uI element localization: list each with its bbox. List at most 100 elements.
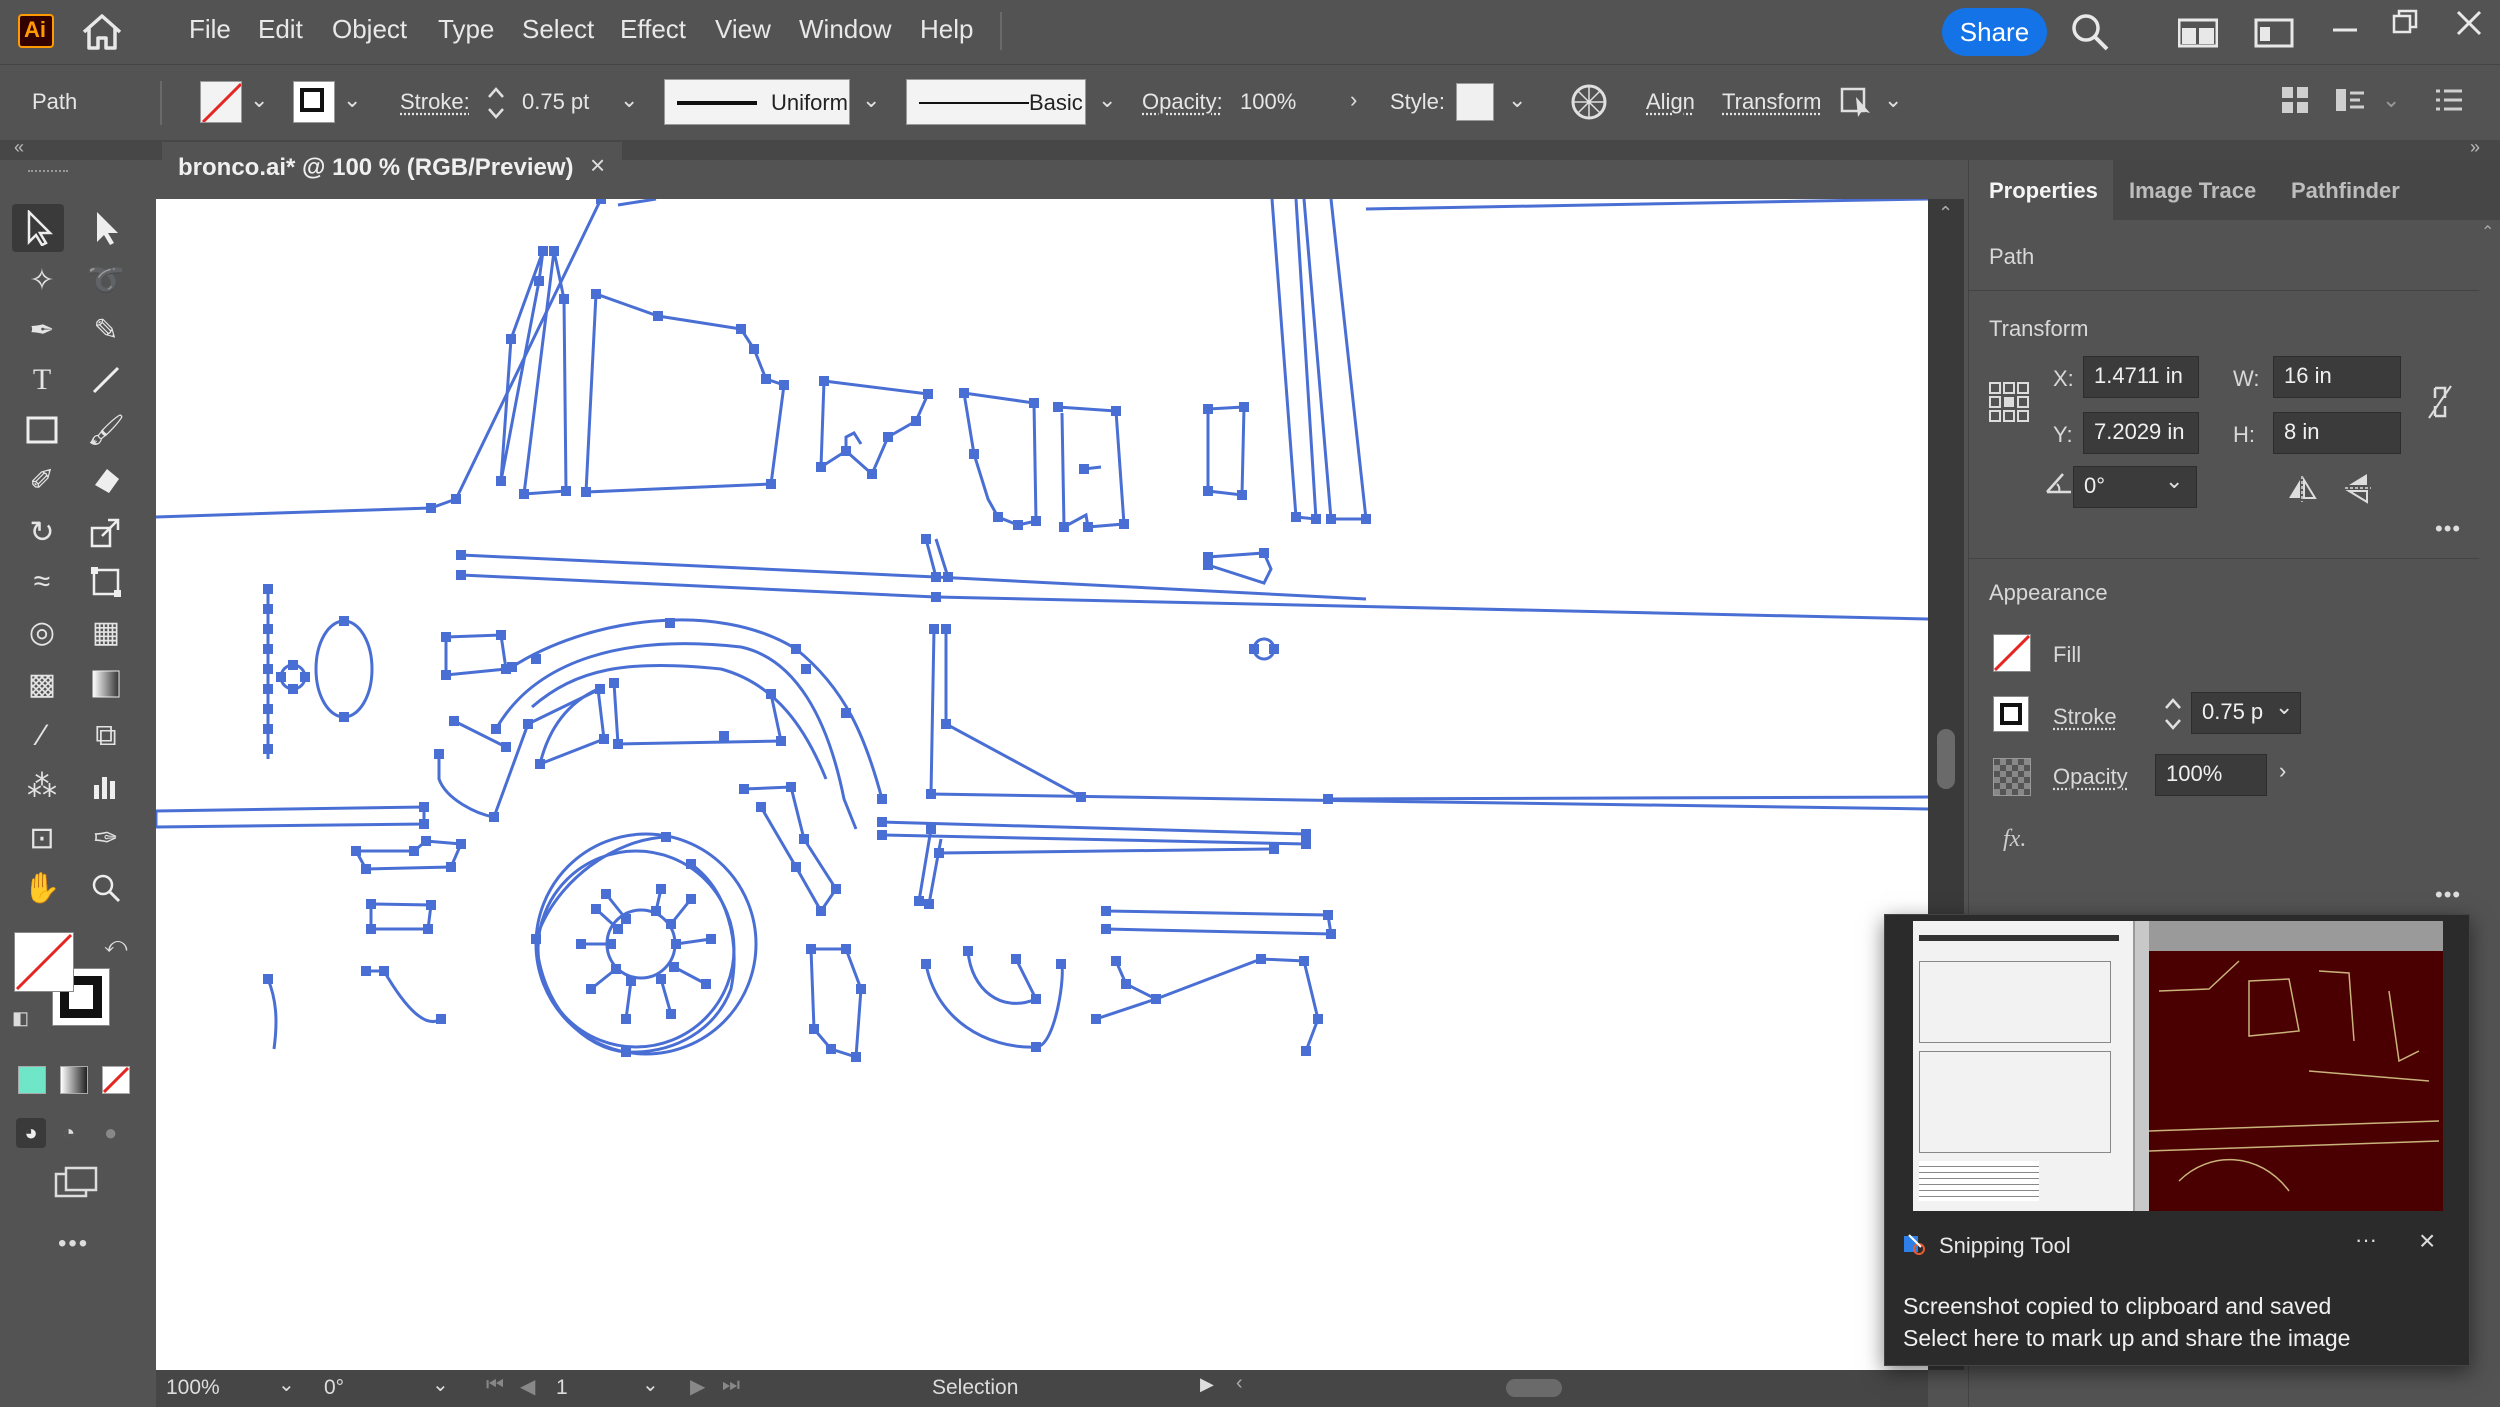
mesh-tool-icon[interactable]: ▩ xyxy=(22,664,62,704)
type-tool-icon[interactable]: T xyxy=(22,360,62,400)
previous-artboard-icon[interactable]: ◀ xyxy=(520,1374,535,1399)
tab-properties[interactable]: Properties xyxy=(1989,178,2098,204)
anchor-point[interactable] xyxy=(599,734,609,744)
rotation-value[interactable]: 0° xyxy=(324,1376,344,1400)
menu-view[interactable]: View xyxy=(715,14,771,45)
artboard-tool-icon[interactable]: ⊡ xyxy=(22,818,62,858)
rectangle-tool-icon[interactable] xyxy=(22,410,62,450)
menu-edit[interactable]: Edit xyxy=(258,14,303,45)
anchor-point[interactable] xyxy=(263,684,273,694)
rotate-tool-icon[interactable]: ↻ xyxy=(22,512,62,552)
anchor-point[interactable] xyxy=(441,670,451,680)
anchor-point[interactable] xyxy=(1059,522,1069,532)
anchor-point[interactable] xyxy=(739,784,749,794)
anchor-point[interactable] xyxy=(1291,512,1301,522)
anchor-point[interactable] xyxy=(581,487,591,497)
swap-fill-stroke-icon[interactable]: ⤺ xyxy=(104,932,128,958)
anchor-point[interactable] xyxy=(1056,959,1066,969)
anchor-point[interactable] xyxy=(926,824,936,834)
anchor-point[interactable] xyxy=(611,964,621,974)
anchor-point[interactable] xyxy=(596,199,606,204)
anchor-point[interactable] xyxy=(653,311,663,321)
rotate-angle-chevron-icon[interactable]: ⌄ xyxy=(2165,468,2183,494)
anchor-point[interactable] xyxy=(1239,402,1249,412)
anchor-point[interactable] xyxy=(523,719,533,729)
anchor-point[interactable] xyxy=(263,704,273,714)
anchor-point[interactable] xyxy=(288,684,298,694)
color-mode-icon[interactable] xyxy=(18,1066,46,1094)
appearance-stroke-swatch[interactable] xyxy=(1993,696,2029,732)
tab-image-trace[interactable]: Image Trace xyxy=(2129,178,2256,204)
flip-vertical-icon[interactable] xyxy=(2345,472,2371,504)
rotation-chevron-icon[interactable]: ⌄ xyxy=(432,1372,449,1397)
anchor-point[interactable] xyxy=(1256,954,1266,964)
appearance-opacity-label[interactable]: Opacity xyxy=(2053,764,2128,790)
anchor-point[interactable] xyxy=(361,966,371,976)
next-artboard-icon[interactable]: ▶ xyxy=(690,1374,705,1399)
rotate-angle-icon[interactable] xyxy=(2045,470,2075,496)
anchor-point[interactable] xyxy=(1301,1046,1311,1056)
anchor-point[interactable] xyxy=(456,839,466,849)
anchor-point[interactable] xyxy=(626,976,636,986)
x-input[interactable]: 1.4711 in xyxy=(2083,356,2199,398)
w-input[interactable]: 16 in xyxy=(2273,356,2401,398)
restore-icon[interactable] xyxy=(2390,8,2420,38)
anchor-point[interactable] xyxy=(263,604,273,614)
anchor-point[interactable] xyxy=(419,802,429,812)
default-fill-stroke-icon[interactable]: ◧ xyxy=(12,1008,29,1029)
opacity-value[interactable]: 100% xyxy=(1240,89,1296,115)
anchor-point[interactable] xyxy=(1203,486,1213,496)
control-bar-more-chevron-icon[interactable]: ⌄ xyxy=(1884,87,1902,113)
anchor-point[interactable] xyxy=(943,572,953,582)
anchor-point[interactable] xyxy=(621,914,631,924)
traced-bronco-artwork[interactable] xyxy=(156,199,1928,1370)
menu-window[interactable]: Window xyxy=(799,14,891,45)
anchor-point[interactable] xyxy=(339,712,349,722)
brush-chevron-icon[interactable]: ⌄ xyxy=(1098,87,1116,113)
anchor-point[interactable] xyxy=(926,789,936,799)
eyedropper-tool-icon[interactable]: ⁄ xyxy=(22,716,62,756)
scrollbar-thumb[interactable] xyxy=(1937,729,1955,789)
free-transform-tool-icon[interactable] xyxy=(86,562,126,602)
y-input[interactable]: 7.2029 in xyxy=(2083,412,2199,454)
anchor-point[interactable] xyxy=(993,512,1003,522)
anchor-point[interactable] xyxy=(1111,406,1121,416)
anchor-point[interactable] xyxy=(586,984,596,994)
last-artboard-icon[interactable]: ⏭ xyxy=(722,1374,740,1397)
stroke-label[interactable]: Stroke: xyxy=(400,89,470,115)
artboard-canvas[interactable] xyxy=(156,199,1928,1370)
anchor-point[interactable] xyxy=(1083,522,1093,532)
artboard-chevron-icon[interactable]: ⌄ xyxy=(642,1372,659,1397)
stroke-dropdown-chevron-icon[interactable]: ⌄ xyxy=(343,87,361,113)
anchor-point[interactable] xyxy=(786,782,796,792)
anchor-point[interactable] xyxy=(666,919,676,929)
recolor-artwork-icon[interactable] xyxy=(1570,83,1608,121)
notification-more-icon[interactable]: ··· xyxy=(2355,1227,2377,1253)
anchor-point[interactable] xyxy=(1269,644,1279,654)
anchor-point[interactable] xyxy=(851,1052,861,1062)
panel-menu-icon[interactable] xyxy=(2434,87,2464,113)
anchor-point[interactable] xyxy=(601,889,611,899)
anchor-point[interactable] xyxy=(263,744,273,754)
anchor-point[interactable] xyxy=(1076,792,1086,802)
snipping-tool-notification[interactable]: Snipping Tool ··· × Screenshot copied to… xyxy=(1884,914,2470,1366)
anchor-point[interactable] xyxy=(621,1014,631,1024)
transform-more-options-icon[interactable]: ••• xyxy=(2435,516,2461,542)
zoom-level[interactable]: 100% xyxy=(166,1376,220,1400)
anchor-point[interactable] xyxy=(841,446,851,456)
anchor-point[interactable] xyxy=(1031,1042,1041,1052)
anchor-point[interactable] xyxy=(656,884,666,894)
anchor-point[interactable] xyxy=(1299,956,1309,966)
appearance-opacity-arrow-icon[interactable]: › xyxy=(2279,758,2286,784)
stroke-weight-value[interactable]: 0.75 pt xyxy=(522,89,589,115)
anchor-point[interactable] xyxy=(867,469,877,479)
anchor-point[interactable] xyxy=(419,819,429,829)
perspective-grid-tool-icon[interactable]: ▦ xyxy=(86,612,126,652)
anchor-point[interactable] xyxy=(749,344,759,354)
appearance-more-options-icon[interactable]: ••• xyxy=(2435,882,2461,908)
anchor-point[interactable] xyxy=(931,592,941,602)
stroke-swatch[interactable] xyxy=(293,81,335,123)
change-screen-mode-icon[interactable] xyxy=(54,1166,100,1200)
anchor-point[interactable] xyxy=(877,817,887,827)
anchor-point[interactable] xyxy=(276,672,286,682)
